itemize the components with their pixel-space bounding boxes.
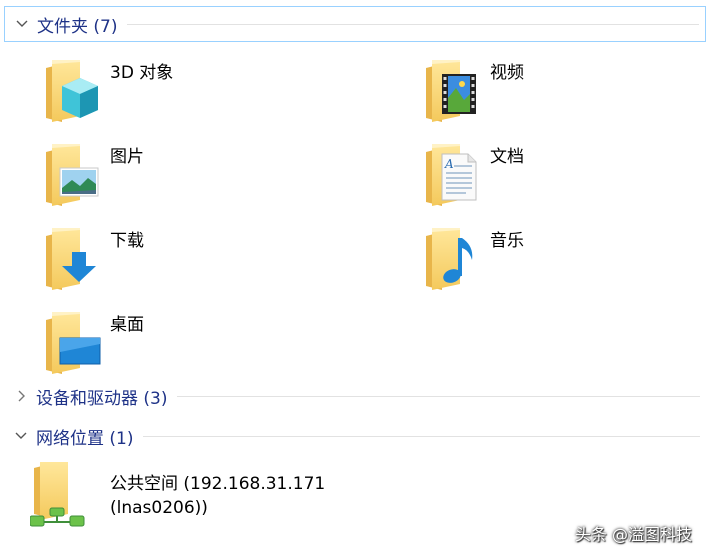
network-location-icon [30, 462, 85, 527]
pictures-icon [46, 144, 99, 206]
watermark: 头条 @溢图科技 [574, 525, 692, 544]
folder-item-desktop[interactable]: 桌面 [42, 308, 342, 380]
folder-item-documents[interactable]: A 文档 [422, 140, 706, 212]
folder-label: 3D 对象 [110, 63, 174, 83]
group-header-folders[interactable]: 文件夹 (7) [4, 6, 706, 42]
music-icon [426, 228, 473, 290]
svg-text:A: A [444, 157, 454, 171]
chevron-down-icon[interactable] [12, 427, 30, 445]
network-location-name: 公共空间 (192.168.31.171 [110, 474, 326, 494]
divider [143, 435, 700, 437]
folder-label: 文档 [490, 147, 524, 167]
group-header-network[interactable]: 网络位置 (1) [4, 418, 706, 454]
chevron-down-icon[interactable] [13, 15, 31, 33]
chevron-right-icon[interactable] [12, 387, 30, 405]
videos-icon [426, 60, 476, 122]
folder-item-music[interactable]: 音乐 [422, 224, 706, 296]
folder-label: 音乐 [490, 231, 524, 251]
3d-objects-icon [46, 60, 98, 122]
documents-icon: A [426, 144, 477, 206]
folder-label: 图片 [110, 147, 144, 167]
divider [127, 23, 699, 25]
group-title: 文件夹 (7) [37, 16, 118, 37]
folder-label: 下载 [110, 231, 144, 251]
group-title: 设备和驱动器 (3) [36, 388, 168, 409]
folder-item-pictures[interactable]: 图片 [42, 140, 342, 212]
group-title: 网络位置 (1) [36, 428, 134, 449]
network-location-label: 公共空间 (192.168.31.171 (lnas0206)) [110, 472, 325, 520]
downloads-icon [46, 228, 96, 290]
network-location-item[interactable]: 公共空间 (192.168.31.171 (lnas0206)) [30, 462, 360, 534]
network-location-host: (lnas0206)) [110, 498, 208, 518]
folder-item-3d-objects[interactable]: 3D 对象 [42, 56, 342, 128]
folder-label: 视频 [490, 63, 524, 83]
desktop-icon [46, 312, 101, 374]
folder-item-downloads[interactable]: 下载 [42, 224, 342, 296]
group-header-devices[interactable]: 设备和驱动器 (3) [4, 378, 706, 414]
folder-label: 桌面 [110, 315, 144, 335]
folder-item-videos[interactable]: 视频 [422, 56, 706, 128]
divider [177, 395, 700, 397]
